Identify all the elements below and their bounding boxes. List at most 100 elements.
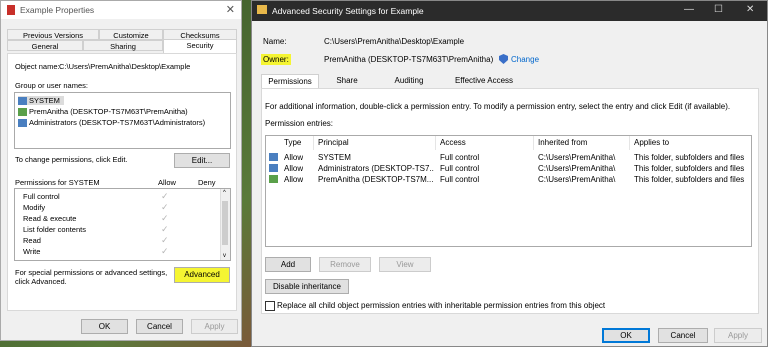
- row-access: Full control: [440, 175, 480, 184]
- name-label: Name:: [263, 37, 287, 46]
- tab-permissions[interactable]: Permissions: [261, 74, 319, 88]
- user-label: Administrators (DESKTOP-TS7M63T\Administ…: [29, 118, 206, 127]
- column-type[interactable]: Type: [280, 136, 314, 150]
- change-permissions-text: To change permissions, click Edit.: [15, 155, 128, 164]
- minimize-icon[interactable]: —: [684, 4, 694, 15]
- perm-read: Read: [23, 236, 41, 245]
- column-applies-to[interactable]: Applies to: [630, 136, 751, 150]
- table-row[interactable]: Allow SYSTEM Full control C:\Users\PremA…: [266, 151, 751, 162]
- close-icon[interactable]: ✕: [746, 4, 754, 15]
- properties-dialog: Example Properties ✕ Previous Versions C…: [0, 0, 242, 341]
- advanced-security-dialog: Advanced Security Settings for Example —…: [251, 0, 768, 347]
- perm-modify: Modify: [23, 203, 46, 212]
- chevron-down-icon[interactable]: v: [223, 253, 226, 259]
- special-permissions-text-2: click Advanced.: [15, 277, 67, 286]
- ok-button[interactable]: OK: [81, 319, 128, 334]
- cancel-button[interactable]: Cancel: [136, 319, 183, 334]
- tab-security[interactable]: Security: [163, 39, 237, 53]
- name-value: C:\Users\PremAnitha\Desktop\Example: [324, 37, 465, 46]
- user-icon: [269, 175, 278, 183]
- maximize-icon[interactable]: ☐: [714, 4, 723, 15]
- table-row[interactable]: Allow PremAnitha (DESKTOP-TS7M... Full c…: [266, 173, 751, 184]
- row-applies-to: This folder, subfolders and files: [634, 175, 745, 184]
- user-label: PremAnitha (DESKTOP-TS7M63T\PremAnitha): [29, 107, 188, 116]
- check-icon: ✓: [161, 213, 169, 223]
- perm-write: Write: [23, 247, 41, 256]
- row-applies-to: This folder, subfolders and files: [634, 164, 745, 173]
- column-access[interactable]: Access: [436, 136, 534, 150]
- apply-button[interactable]: Apply: [191, 319, 238, 334]
- dialog-title: Advanced Security Settings for Example: [272, 6, 424, 16]
- check-icon: ✓: [161, 202, 169, 212]
- users-icon: [269, 164, 278, 172]
- row-type: Allow: [284, 153, 304, 162]
- check-icon: ✓: [161, 246, 169, 256]
- replace-checkbox[interactable]: [265, 301, 275, 311]
- user-icon: [18, 108, 27, 117]
- tab-share[interactable]: Share: [319, 74, 375, 88]
- row-type: Allow: [284, 175, 304, 184]
- perm-read-execute: Read & execute: [23, 214, 77, 223]
- object-name-label: Object name:: [15, 62, 60, 71]
- add-button[interactable]: Add: [265, 257, 311, 272]
- remove-button[interactable]: Remove: [319, 257, 371, 272]
- apply-button[interactable]: Apply: [714, 328, 762, 343]
- info-text: For additional information, double-click…: [265, 102, 731, 111]
- tab-customize[interactable]: Customize: [99, 29, 163, 40]
- permissions-for-label: Permissions for SYSTEM: [15, 178, 100, 187]
- replace-text: Replace all child object permission entr…: [277, 301, 606, 310]
- tab-effective-access[interactable]: Effective Access: [443, 74, 525, 88]
- special-permissions-text: For special permissions or advanced sett…: [15, 268, 168, 277]
- cancel-button[interactable]: Cancel: [658, 328, 708, 343]
- title-bar: Advanced Security Settings for Example —…: [252, 1, 767, 21]
- tab-auditing[interactable]: Auditing: [375, 74, 443, 88]
- perm-full-control: Full control: [23, 192, 60, 201]
- column-principal[interactable]: Principal: [314, 136, 436, 150]
- shield-icon: [499, 54, 508, 64]
- row-principal: Administrators (DESKTOP-TS7...: [318, 164, 434, 173]
- tab-previous-versions[interactable]: Previous Versions: [7, 29, 99, 40]
- permissions-list[interactable]: Full control ✓ Modify ✓ Read & execute ✓…: [14, 188, 231, 261]
- object-name-value: C:\Users\PremAnitha\Desktop\Example: [59, 62, 191, 71]
- title-bar: Example Properties ✕: [1, 1, 241, 19]
- row-inherited-from: C:\Users\PremAnitha\: [538, 153, 616, 162]
- table-row[interactable]: Allow Administrators (DESKTOP-TS7... Ful…: [266, 162, 751, 173]
- allow-header: Allow: [158, 178, 176, 187]
- owner-value: PremAnitha (DESKTOP-TS7M63T\PremAnitha): [324, 55, 494, 64]
- folder-icon: [257, 5, 267, 14]
- users-icon: [18, 97, 27, 106]
- user-item[interactable]: SYSTEM: [18, 96, 64, 106]
- tab-sharing[interactable]: Sharing: [83, 40, 163, 51]
- users-icon: [269, 153, 278, 161]
- user-item[interactable]: PremAnitha (DESKTOP-TS7M63T\PremAnitha): [18, 107, 188, 117]
- deny-header: Deny: [198, 178, 216, 187]
- check-icon: ✓: [161, 191, 169, 201]
- user-item[interactable]: Administrators (DESKTOP-TS7M63T\Administ…: [18, 118, 206, 128]
- permission-entries-table[interactable]: Type Principal Access Inherited from App…: [265, 135, 752, 247]
- check-icon: ✓: [161, 224, 169, 234]
- row-inherited-from: C:\Users\PremAnitha\: [538, 175, 616, 184]
- row-principal: SYSTEM: [318, 153, 351, 162]
- row-principal: PremAnitha (DESKTOP-TS7M...: [318, 175, 434, 184]
- scrollbar[interactable]: ^ v: [220, 189, 230, 260]
- column-inherited-from[interactable]: Inherited from: [534, 136, 630, 150]
- row-access: Full control: [440, 164, 480, 173]
- permissions-panel: For additional information, double-click…: [261, 88, 759, 314]
- row-inherited-from: C:\Users\PremAnitha\: [538, 164, 616, 173]
- group-label: Group or user names:: [15, 81, 88, 90]
- user-list[interactable]: SYSTEM PremAnitha (DESKTOP-TS7M63T\PremA…: [14, 92, 231, 149]
- chevron-up-icon[interactable]: ^: [223, 190, 226, 196]
- disable-inheritance-button[interactable]: Disable inheritance: [265, 279, 349, 294]
- advanced-button[interactable]: Advanced: [174, 267, 230, 283]
- ok-button[interactable]: OK: [602, 328, 650, 343]
- row-access: Full control: [440, 153, 480, 162]
- row-type: Allow: [284, 164, 304, 173]
- scroll-thumb[interactable]: [222, 201, 228, 245]
- dialog-title: Example Properties: [20, 5, 95, 15]
- view-button[interactable]: View: [379, 257, 431, 272]
- row-applies-to: This folder, subfolders and files: [634, 153, 745, 162]
- change-owner-link[interactable]: Change: [511, 55, 539, 64]
- edit-button[interactable]: Edit...: [174, 153, 230, 168]
- tab-general[interactable]: General: [7, 40, 83, 51]
- close-icon[interactable]: ✕: [226, 3, 235, 16]
